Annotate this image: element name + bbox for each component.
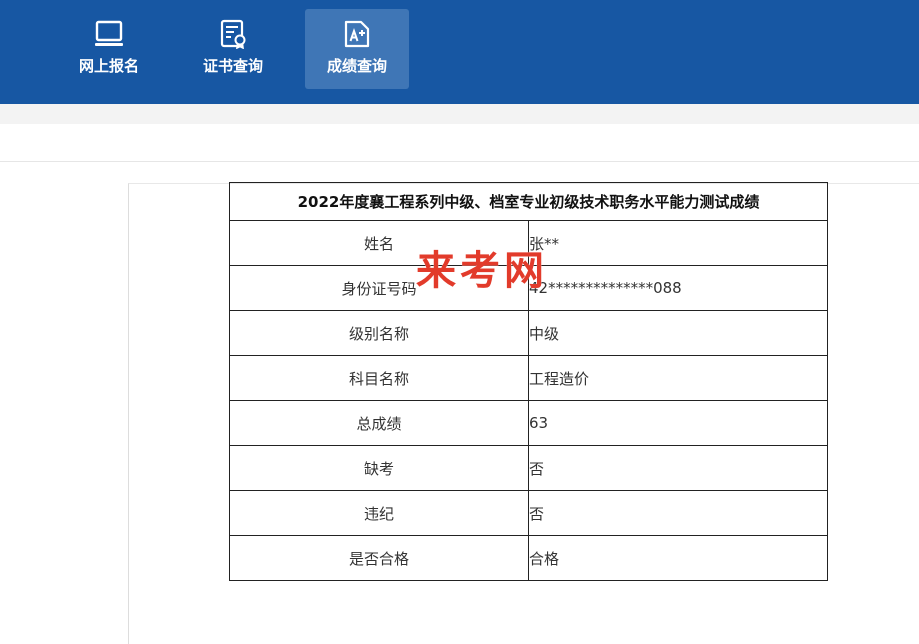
row-value: 中级	[528, 310, 828, 356]
top-navigation-bar: 网上报名 证书查询 成绩查询	[0, 0, 919, 104]
row-label: 是否合格	[229, 535, 529, 581]
row-value: 63	[528, 400, 828, 446]
table-row: 总成绩 63	[229, 400, 828, 446]
certificate-icon	[220, 19, 246, 49]
row-value: 否	[528, 490, 828, 536]
nav-label: 证书查询	[202, 57, 263, 75]
table-row: 违纪 否	[229, 490, 828, 536]
table-row: 缺考 否	[229, 445, 828, 491]
watermark-logo: 来考网	[416, 247, 548, 294]
nav-label: 网上报名	[78, 57, 139, 75]
row-value: 否	[528, 445, 828, 491]
row-value: 张**	[528, 220, 828, 266]
row-value: 合格	[528, 535, 828, 581]
table-row: 级别名称 中级	[229, 310, 828, 356]
row-value: 工程造价	[528, 355, 828, 401]
nav-certificate-query[interactable]: 证书查询	[181, 9, 285, 89]
row-label: 总成绩	[229, 400, 529, 446]
row-value: 42**************088	[528, 265, 828, 311]
row-label: 级别名称	[229, 310, 529, 356]
score-icon	[344, 20, 370, 48]
result-title: 2022年度襄工程系列中级、档室专业初级技术职务水平能力测试成绩	[229, 182, 828, 221]
row-label: 科目名称	[229, 355, 529, 401]
toolbar-band	[0, 124, 919, 162]
nav-score-query[interactable]: 成绩查询	[305, 9, 409, 89]
nav-label: 成绩查询	[326, 57, 387, 75]
score-result-table: 2022年度襄工程系列中级、档室专业初级技术职务水平能力测试成绩 姓名 张** …	[229, 182, 828, 581]
nav-online-registration[interactable]: 网上报名	[57, 9, 161, 89]
row-label: 违纪	[229, 490, 529, 536]
table-row: 是否合格 合格	[229, 535, 828, 581]
header-divider-band	[0, 104, 919, 124]
row-label: 缺考	[229, 445, 529, 491]
table-row: 科目名称 工程造价	[229, 355, 828, 401]
monitor-icon	[95, 20, 123, 46]
